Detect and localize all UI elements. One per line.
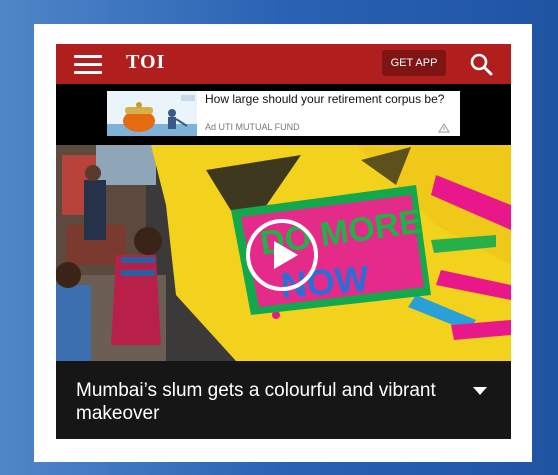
video-player[interactable]: DO MORE NOW [56,145,511,361]
search-icon[interactable] [469,52,493,76]
ad-image [107,91,197,136]
chevron-down-icon[interactable] [470,385,490,397]
hamburger-menu-icon[interactable] [74,55,102,74]
top-app-bar: TOI GET APP [56,44,511,84]
article-title[interactable]: Mumbai’s slum gets a colourful and vibra… [76,379,456,425]
ad-sponsor-label: Ad UTI MUTUAL FUND [205,122,300,132]
ad-banner[interactable]: How large should your retirement corpus … [107,91,460,136]
article-caption[interactable]: Mumbai’s slum gets a colourful and vibra… [56,361,511,439]
ad-choices-icon[interactable] [437,120,451,134]
get-app-button[interactable]: GET APP [382,50,446,76]
phone-screen: TOI GET APP How large should your retire… [56,44,511,439]
ad-headline[interactable]: How large should your retirement corpus … [205,93,445,106]
toi-logo[interactable]: TOI [126,51,165,74]
play-icon[interactable] [244,217,320,293]
